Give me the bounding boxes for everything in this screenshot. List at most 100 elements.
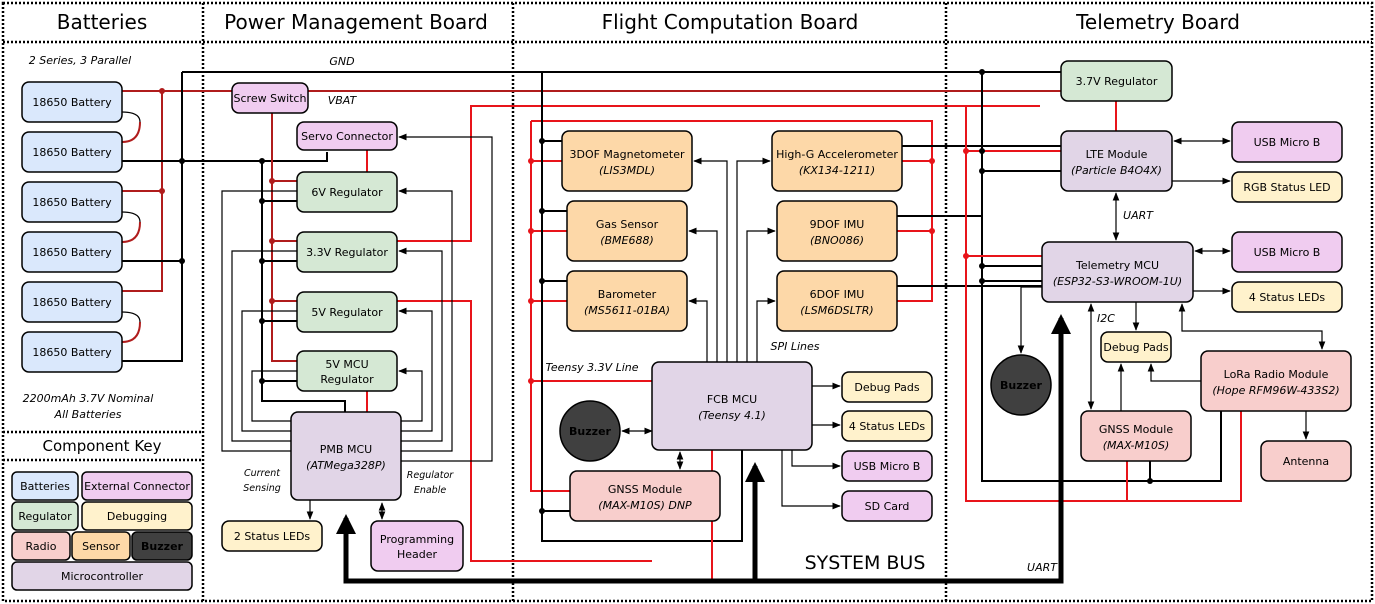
node-title: 5V Regulator xyxy=(311,306,383,319)
node-sdcard[interactable]: SD Card xyxy=(841,490,933,522)
microcontroller-box xyxy=(290,411,402,501)
node-title: 5V MCU xyxy=(325,358,368,371)
node-part-number: (KX134-1211) xyxy=(799,164,875,177)
vbat-label: VBAT xyxy=(328,94,358,107)
node-tusb[interactable]: USB Micro B xyxy=(1231,231,1343,273)
node-title: USB Micro B xyxy=(854,460,921,473)
key-label: Radio xyxy=(26,540,57,553)
node-pmbmcu[interactable]: PMB MCU (ATMega328P) xyxy=(290,411,402,501)
gnd-label: GND xyxy=(329,55,354,68)
key-label: Batteries xyxy=(20,480,70,493)
node-pmbled[interactable]: 2 Status LEDs xyxy=(221,520,323,552)
node-reg5mcu[interactable]: 5V MCU Regulator xyxy=(296,350,398,392)
node-tdebug[interactable]: Debug Pads xyxy=(1100,331,1172,363)
node-mag[interactable]: 3DOF Magnetometer (LIS3MDL) xyxy=(561,130,693,192)
node-bat3[interactable]: 18650 Battery xyxy=(21,181,123,223)
sensor-box xyxy=(776,200,898,262)
node-title: SD Card xyxy=(865,500,910,513)
section-title-key: Component Key xyxy=(42,437,161,455)
node-tbuzzer[interactable]: Buzzer xyxy=(990,354,1052,416)
sensor-box xyxy=(566,200,688,262)
node-title: 18650 Battery xyxy=(32,196,112,209)
node-tgnss[interactable]: GNSS Module (MAX-M10S) xyxy=(1080,410,1192,462)
node-title: 3.7V Regulator xyxy=(1076,75,1158,88)
regulator-enable-label: Regulator xyxy=(407,470,454,481)
node-bat2[interactable]: 18650 Battery xyxy=(21,131,123,173)
node-bat6[interactable]: 18650 Battery xyxy=(21,331,123,373)
key-item-microcontroller: Microcontroller xyxy=(11,561,193,591)
battery-config-label: 2 Series, 3 Parallel xyxy=(29,54,131,67)
node-fcbbuzzer[interactable]: Buzzer xyxy=(559,400,621,462)
node-part-number: (ATMega328P) xyxy=(306,459,386,472)
key-item-buzzer: Buzzer xyxy=(131,531,193,561)
node-title: Screw Switch xyxy=(234,92,307,105)
node-title: GNSS Module xyxy=(1099,423,1173,436)
node-reg5[interactable]: 5V Regulator xyxy=(296,291,398,333)
component-key: Batteries External Connector Regulator Debu… xyxy=(11,471,193,591)
node-title: Servo Connector xyxy=(301,130,393,143)
node-fcbusb[interactable]: USB Micro B xyxy=(841,450,933,482)
current-sensing-label: Current xyxy=(244,468,281,479)
radio-box xyxy=(1200,350,1352,412)
node-part-number: (MS5611-01BA) xyxy=(584,304,670,317)
regulator-enable-label-2: Enable xyxy=(414,485,447,496)
node-reg37[interactable]: 3.7V Regulator xyxy=(1060,60,1173,102)
node-fcbdebug[interactable]: Debug Pads xyxy=(841,371,933,403)
node-bat4[interactable]: 18650 Battery xyxy=(21,231,123,273)
node-gas[interactable]: Gas Sensor (BME688) xyxy=(566,200,688,262)
node-title: Barometer xyxy=(598,288,657,301)
node-rgb[interactable]: RGB Status LED xyxy=(1231,171,1343,203)
node-bat5[interactable]: 18650 Battery xyxy=(21,281,123,323)
node-part-number: (BNO086) xyxy=(810,234,864,247)
node-title: 9DOF IMU xyxy=(810,218,865,231)
node-reg6[interactable]: 6V Regulator xyxy=(296,171,398,213)
node-screw[interactable]: Screw Switch xyxy=(231,82,309,114)
node-imu6[interactable]: 6DOF IMU (LSM6DSLTR) xyxy=(776,270,898,332)
node-antenna[interactable]: Antenna xyxy=(1260,440,1352,482)
components: 18650 Battery 18650 Battery 18650 Battery 1… xyxy=(21,60,1352,572)
node-title: RGB Status LED xyxy=(1243,181,1330,194)
spi-label: SPI Lines xyxy=(770,340,819,353)
key-label: External Connector xyxy=(84,480,190,493)
key-label: Sensor xyxy=(82,540,120,553)
node-lte[interactable]: LTE Module (Particle B4O4X) xyxy=(1060,130,1173,192)
node-title: FCB MCU xyxy=(707,393,757,406)
node-reg33[interactable]: 3.3V Regulator xyxy=(296,231,398,273)
key-item-sensor: Sensor xyxy=(71,531,131,561)
node-title-line2: Header xyxy=(397,548,438,561)
node-title: PMB MCU xyxy=(320,443,372,456)
node-part-number: (BME688) xyxy=(600,234,654,247)
node-title: 18650 Battery xyxy=(32,96,112,109)
current-sensing-label-2: Sensing xyxy=(243,483,281,494)
node-title: 18650 Battery xyxy=(32,146,112,159)
node-title: USB Micro B xyxy=(1254,136,1321,149)
node-part-number: (Teensy 4.1) xyxy=(698,409,766,422)
node-part-number: (MAX-M10S) xyxy=(1103,439,1170,452)
node-bat1[interactable]: 18650 Battery xyxy=(21,81,123,123)
node-lteusb[interactable]: USB Micro B xyxy=(1231,121,1343,163)
node-fcbgnss[interactable]: GNSS Module (MAX-M10S) DNP xyxy=(569,470,721,522)
node-highg[interactable]: High-G Accelerometer (KX134-1211) xyxy=(771,130,903,192)
node-fcbmcu[interactable]: FCB MCU (Teensy 4.1) xyxy=(651,361,813,451)
section-title-telemetry: Telemetry Board xyxy=(1075,10,1240,34)
node-title: 3.3V Regulator xyxy=(306,246,388,259)
node-tled[interactable]: 4 Status LEDs xyxy=(1231,281,1343,313)
key-label: Regulator xyxy=(18,510,72,523)
node-title: GNSS Module xyxy=(608,483,682,496)
node-proghdr[interactable]: Programming Header xyxy=(370,520,464,572)
node-tmcu[interactable]: Telemetry MCU (ESP32-S3-WROOM-1U) xyxy=(1041,241,1194,303)
node-baro[interactable]: Barometer (MS5611-01BA) xyxy=(566,270,688,332)
node-fcbled[interactable]: 4 Status LEDs xyxy=(841,410,933,442)
radio-box xyxy=(569,470,721,522)
node-lora[interactable]: LoRa Radio Module (Hope RFM96W-433S2) xyxy=(1200,350,1352,412)
node-servo[interactable]: Servo Connector xyxy=(296,121,398,151)
microcontroller-box xyxy=(1041,241,1194,303)
node-title: Antenna xyxy=(1283,455,1329,468)
node-title: 2 Status LEDs xyxy=(234,530,311,543)
key-item-debugging: Debugging xyxy=(81,501,193,531)
node-part-number: (LIS3MDL) xyxy=(599,164,655,177)
node-title: 4 Status LEDs xyxy=(849,420,926,433)
node-imu9[interactable]: 9DOF IMU (BNO086) xyxy=(776,200,898,262)
node-title-line2: Regulator xyxy=(320,373,374,386)
buzzer-label: Buzzer xyxy=(569,425,611,438)
